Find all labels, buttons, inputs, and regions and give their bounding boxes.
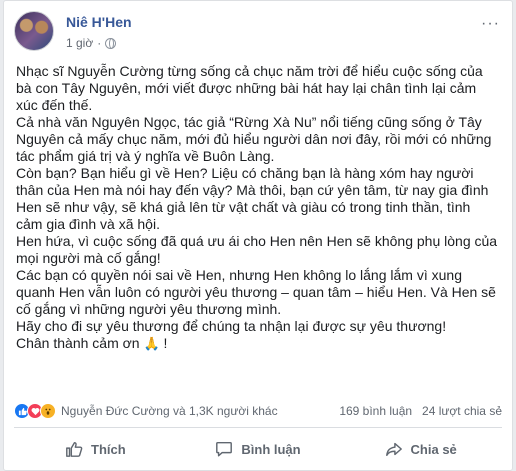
- thumbs-up-icon: [65, 440, 83, 458]
- engagement-counts: 169 bình luận 24 lượt chia sẻ: [339, 404, 502, 418]
- closing-text: Chân thành cảm ơn: [16, 335, 140, 351]
- comment-count[interactable]: 169 bình luận: [339, 404, 412, 418]
- avatar[interactable]: [14, 11, 54, 51]
- comment-label: Bình luận: [241, 441, 301, 457]
- reaction-names[interactable]: Nguyễn Đức Cường và 1,3K người khác: [61, 404, 278, 418]
- paragraph: Cả nhà văn Nguyên Ngọc, tác giả “Rừng Xà…: [16, 114, 492, 164]
- wow-icon[interactable]: [40, 403, 56, 419]
- author-name[interactable]: Niê H'Hen: [66, 14, 132, 30]
- closing-line: Chân thành cảm ơn 🙏 !: [16, 335, 500, 352]
- post-time[interactable]: 1 giờ: [66, 36, 93, 50]
- share-label: Chia sẻ: [410, 441, 457, 457]
- like-button[interactable]: Thích: [14, 432, 177, 466]
- paragraph: Hen hứa, vì cuộc sống đã quá ưu ái cho H…: [16, 233, 498, 266]
- paragraph: Các bạn có quyền nói sai về Hen, nhưng H…: [16, 267, 496, 317]
- post-header: Niê H'Hen 1 giờ · ···: [14, 11, 502, 57]
- closing-end: !: [159, 335, 168, 351]
- globe-icon[interactable]: [105, 37, 117, 49]
- comment-icon: [215, 440, 233, 458]
- paragraph: Hãy cho đi sự yêu thương để chúng ta nhậ…: [16, 318, 447, 334]
- paragraph: Còn bạn? Bạn hiểu gì về Hen? Liệu có chă…: [16, 165, 489, 232]
- meta-separator: ·: [97, 36, 102, 50]
- reaction-icons[interactable]: [14, 403, 56, 419]
- more-options-button[interactable]: ···: [481, 15, 500, 33]
- comment-button[interactable]: Bình luận: [177, 432, 340, 466]
- action-bar: Thích Bình luận Chia sẻ: [14, 432, 502, 466]
- post-meta: 1 giờ ·: [66, 36, 117, 50]
- pray-emoji-icon: 🙏: [143, 336, 160, 351]
- share-count[interactable]: 24 lượt chia sẻ: [422, 404, 502, 418]
- share-button[interactable]: Chia sẻ: [339, 432, 502, 466]
- paragraph: Nhạc sĩ Nguyễn Cường từng sống cả chục n…: [16, 63, 483, 113]
- reactions-bar: Nguyễn Đức Cường và 1,3K người khác 169 …: [14, 401, 502, 421]
- like-label: Thích: [91, 441, 126, 457]
- post-card: Niê H'Hen 1 giờ · ··· Nhạc sĩ Nguyễn Cườ…: [3, 0, 513, 471]
- share-arrow-icon: [385, 440, 403, 458]
- divider: [14, 427, 502, 428]
- post-text: Nhạc sĩ Nguyễn Cường từng sống cả chục n…: [16, 63, 500, 352]
